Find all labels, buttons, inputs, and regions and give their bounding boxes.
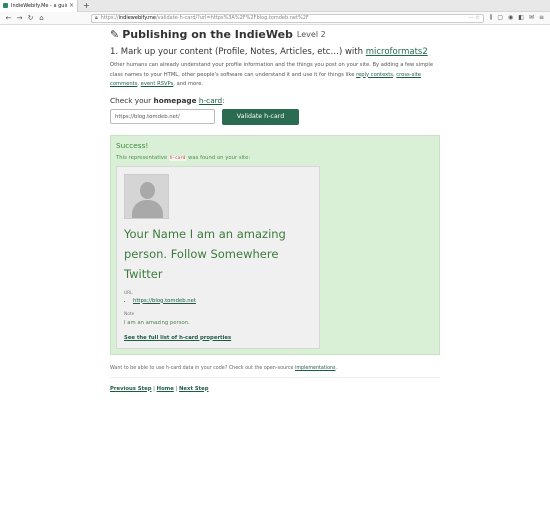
home-icon[interactable]: ⌂ [36, 14, 47, 22]
h-card-code: h-card [168, 155, 187, 161]
extension-icon[interactable]: ◧ [518, 14, 524, 22]
validate-h-card-button[interactable]: Validate h-card [222, 108, 299, 125]
browser-tab-bar: IndieWebify.Me - a guide × + [0, 0, 550, 12]
full-properties-link[interactable]: See the full list of h-card properties [124, 335, 312, 341]
implementations-link[interactable]: implementations [295, 366, 336, 371]
h-card-preview: Your Name I am an amazing person. Follow… [116, 165, 320, 349]
account-icon[interactable]: ◉ [508, 14, 513, 22]
browser-nav-bar: ← → ↻ ⌂ 🔒︎ https:// indiewebify.me /vali… [0, 12, 550, 25]
implementations-note: Want to be able to use h-card data in yo… [110, 365, 338, 371]
edit-icon: ✎ [110, 28, 120, 41]
url-input[interactable] [110, 109, 215, 124]
lock-icon: 🔒︎ [95, 15, 98, 21]
address-bar[interactable]: 🔒︎ https:// indiewebify.me /validate-h-c… [91, 13, 484, 23]
url-path: /validate-h-card/?url=https%3A%2F%2Fblog… [156, 15, 309, 21]
step-heading: 1. Mark up your content (Profile, Notes,… [110, 47, 428, 57]
page-actions[interactable]: ··· ☆ [469, 15, 480, 21]
divider [110, 376, 440, 378]
page-title: ✎ Publishing on the IndieWeb Level 2 [110, 28, 326, 41]
intro-text: Other humans can already understand your… [110, 62, 434, 87]
url-label: URL [124, 290, 133, 296]
browser-tab[interactable]: IndieWebify.Me - a guide × [0, 0, 78, 12]
favicon-icon [3, 3, 8, 8]
validate-form: Validate h-card [110, 108, 440, 125]
url-host: indiewebify.me [118, 15, 156, 21]
sidebar-icon[interactable]: ▢ [497, 14, 503, 22]
library-icon[interactable]: ⫼ [490, 14, 493, 22]
profile-url-link[interactable]: https://blog.tomdeb.net [133, 298, 196, 304]
success-title: Success! [116, 140, 149, 150]
url-prefix: https:// [100, 15, 119, 21]
list-item: https://blog.tomdeb.net [133, 298, 312, 304]
h-card-link[interactable]: h-card [199, 96, 222, 105]
step-pager: Previous Step | Home | Next Step [110, 385, 209, 392]
event-rsvps-link[interactable]: event RSVPs [141, 81, 174, 87]
forward-icon[interactable]: → [14, 14, 25, 22]
previous-step-link[interactable]: Previous Step [110, 386, 152, 392]
microformats2-link[interactable]: microformats2 [366, 47, 428, 57]
next-step-link[interactable]: Next Step [179, 386, 209, 392]
menu-icon[interactable]: ≡ [539, 14, 544, 22]
note-text: I am an amazing person. [124, 319, 190, 326]
card-name: Your Name I am an amazing person. Follow… [124, 226, 286, 281]
avatar [124, 173, 169, 219]
level-label: Level 2 [296, 30, 326, 39]
toolbar-icons: ⫼ ▢ ◉ ◧ ✉ ≡ [490, 14, 547, 22]
reply-contexts-link[interactable]: reply contexts [356, 72, 393, 78]
success-description: This representative h-card was found on … [116, 154, 251, 161]
new-tab-button[interactable]: + [78, 1, 95, 10]
home-link[interactable]: Home [157, 386, 174, 392]
back-icon[interactable]: ← [3, 14, 14, 22]
note-label: Note [124, 311, 135, 317]
url-list: https://blog.tomdeb.net [133, 298, 312, 304]
check-label: Check your homepage h-card: [110, 95, 225, 105]
success-panel: Success! This representative h-card was … [110, 134, 440, 355]
tab-title: IndieWebify.Me - a guide [11, 2, 67, 9]
mail-icon[interactable]: ✉ [529, 14, 534, 22]
main-content: ✎ Publishing on the IndieWeb Level 2 1. … [110, 28, 440, 392]
reload-icon[interactable]: ↻ [25, 14, 36, 22]
tab-close-icon[interactable]: × [69, 2, 74, 9]
